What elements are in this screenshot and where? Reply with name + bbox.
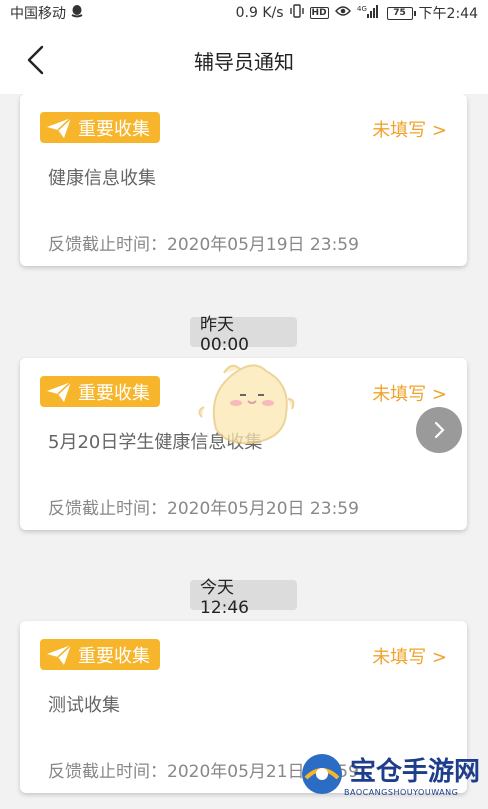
back-button[interactable] [22, 44, 54, 76]
tag-label: 重要收集 [78, 118, 150, 140]
page-title: 辅导员通知 [194, 49, 294, 74]
chevron-left-icon [27, 45, 44, 75]
tag-label: 重要收集 [78, 382, 150, 404]
timestamp-badge: 昨天 00:00 [190, 315, 297, 355]
notification-list[interactable]: 重要收集 未填写 > 健康信息收集 反馈截止时间：2020年05月19日 23:… [0, 94, 488, 809]
unfilled-status-link[interactable]: 未填写 > [372, 380, 447, 406]
next-floating-button[interactable] [416, 407, 462, 453]
navigation-bar: 辅导员通知 [0, 26, 488, 94]
paper-plane-icon [47, 380, 72, 402]
battery-level: 75 [393, 8, 406, 18]
status-bar: 中国移动 0.9 K/s HD 4G 75 下午2:44 [0, 0, 488, 26]
deadline-text: 反馈截止时间：2020年05月19日 23:59 [48, 235, 359, 255]
battery-icon: 75 [386, 6, 416, 20]
watermark-subtext: BAOCANGSHOUYOUWANG [344, 787, 459, 797]
watermark-emblem-icon [302, 753, 342, 794]
notification-card[interactable]: 重要收集 未填写 > 健康信息收集 反馈截止时间：2020年05月19日 23:… [20, 94, 467, 266]
tag-label: 重要收集 [78, 645, 150, 667]
signal-icon: 4G [357, 4, 381, 22]
mascot-icon [198, 364, 295, 445]
svg-text:4G: 4G [357, 5, 367, 13]
important-tag: 重要收集 [40, 376, 160, 407]
watermark-logo: 宝仓手游网 BAOCANGSHOUYOUWANG [300, 738, 488, 809]
paper-plane-icon [47, 643, 72, 665]
net-speed: 0.9 K/s [235, 5, 284, 21]
unfilled-status-link[interactable]: 未填写 > [372, 116, 447, 142]
qq-icon [70, 4, 84, 22]
watermark-text: 宝仓手游网 [350, 756, 481, 787]
unfilled-status-link[interactable]: 未填写 > [372, 643, 447, 669]
important-tag: 重要收集 [40, 639, 160, 670]
clock: 下午2:44 [418, 6, 478, 22]
deadline-text: 反馈截止时间：2020年05月20日 23:59 [48, 499, 359, 519]
chevron-right-icon [434, 421, 445, 439]
paper-plane-icon [47, 116, 72, 138]
vibrate-icon [289, 4, 304, 22]
carrier-label: 中国移动 [10, 6, 66, 22]
notification-title: 测试收集 [48, 695, 120, 716]
timestamp-badge: 今天 12:46 [190, 578, 297, 618]
important-tag: 重要收集 [40, 112, 160, 143]
eye-icon [334, 5, 351, 21]
notification-title: 健康信息收集 [48, 168, 156, 189]
hd-icon: HD [309, 7, 329, 19]
